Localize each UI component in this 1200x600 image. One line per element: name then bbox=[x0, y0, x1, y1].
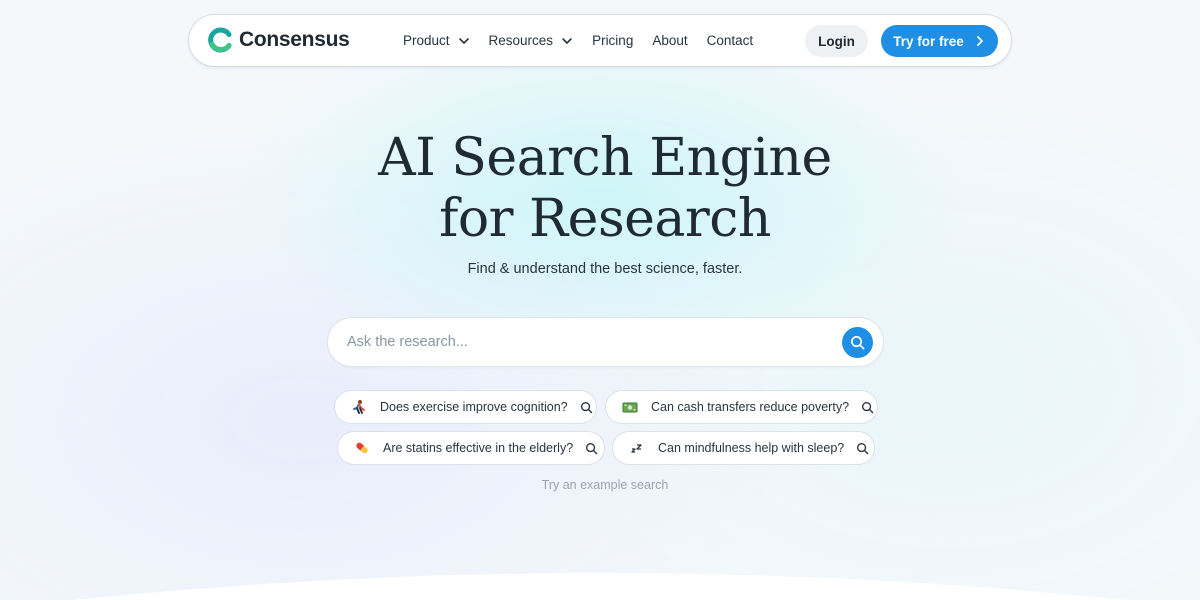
nav-item-label: Pricing bbox=[592, 33, 634, 48]
hero-subtitle: Find & understand the best science, fast… bbox=[467, 261, 743, 277]
chevron-down-icon bbox=[562, 37, 572, 44]
hero-title-line-2: for Research bbox=[439, 189, 771, 249]
nav-item-label: Contact bbox=[706, 33, 754, 48]
search-icon bbox=[857, 442, 869, 454]
chevron-down-icon bbox=[458, 37, 469, 44]
top-navbar: Consensus Product Resources Pricing Abou… bbox=[189, 15, 1011, 66]
brand-logo[interactable]: Consensus bbox=[207, 27, 350, 53]
search-button[interactable] bbox=[842, 327, 873, 358]
hero-title-line-1: AI Search Engine bbox=[378, 128, 832, 188]
search-input[interactable] bbox=[347, 330, 827, 354]
chevron-right-icon bbox=[976, 36, 983, 46]
example-search-chip[interactable]: Can mindfulness help with sleep? bbox=[613, 432, 874, 464]
search-icon bbox=[586, 442, 598, 454]
brand-name: Consensus bbox=[239, 28, 350, 51]
nav-item-label: Resources bbox=[488, 33, 554, 48]
nav-item-product[interactable]: Product bbox=[403, 33, 470, 48]
nav-item-contact[interactable]: Contact bbox=[707, 33, 754, 48]
login-label: Login bbox=[818, 33, 855, 49]
try-for-free-label: Try for free bbox=[893, 33, 964, 49]
example-search-chip[interactable]: Can cash transfers reduce poverty? bbox=[606, 391, 877, 423]
login-button[interactable]: Login bbox=[805, 25, 868, 57]
search-icon bbox=[851, 336, 865, 350]
example-search-label: Can cash transfers reduce poverty? bbox=[651, 400, 850, 414]
example-search-label: Can mindfulness help with sleep? bbox=[658, 441, 845, 455]
nav-item-pricing[interactable]: Pricing bbox=[592, 33, 633, 48]
nav-item-about[interactable]: About bbox=[652, 33, 687, 48]
consensus-logo-icon bbox=[208, 27, 232, 53]
try-for-free-button[interactable]: Try for free bbox=[881, 25, 998, 57]
running-person-icon bbox=[351, 399, 367, 415]
example-search-label: Does exercise improve cognition? bbox=[380, 400, 568, 414]
pill-icon bbox=[354, 440, 370, 456]
nav-item-label: About bbox=[652, 33, 688, 48]
search-icon bbox=[580, 401, 592, 413]
hero-title: AI Search Engine for Research bbox=[300, 128, 910, 250]
example-search-hint: Try an example search bbox=[541, 478, 669, 492]
example-search-chip[interactable]: Does exercise improve cognition? bbox=[335, 391, 596, 423]
section-divider-curve bbox=[73, 573, 1127, 600]
money-bill-icon bbox=[622, 399, 638, 415]
nav-item-resources[interactable]: Resources bbox=[489, 33, 574, 48]
search-bar bbox=[328, 318, 883, 366]
sleep-icon bbox=[629, 440, 645, 456]
example-search-label: Are statins effective in the elderly? bbox=[383, 441, 574, 455]
example-search-chip[interactable]: Are statins effective in the elderly? bbox=[338, 432, 604, 464]
search-icon bbox=[862, 401, 874, 413]
main-menu: Product Resources Pricing About Contact bbox=[403, 15, 772, 66]
nav-item-label: Product bbox=[403, 33, 450, 48]
